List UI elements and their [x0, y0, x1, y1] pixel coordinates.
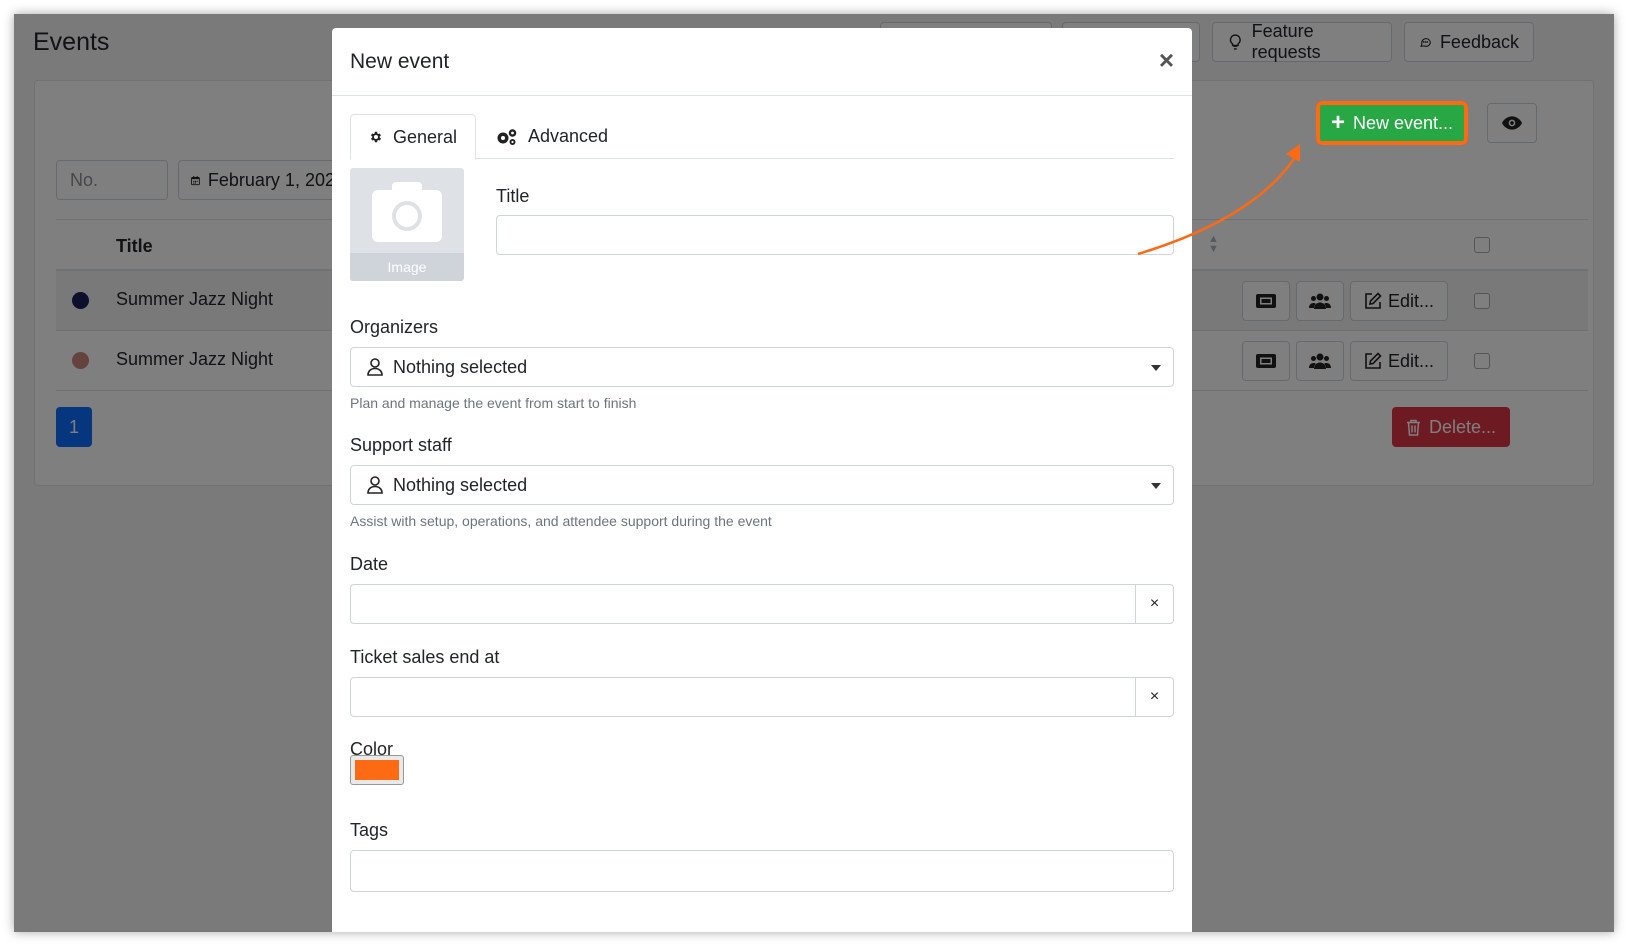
date-input[interactable]: ×: [350, 584, 1174, 624]
gears-icon: [497, 128, 517, 145]
tags-label: Tags: [350, 820, 389, 840]
support-staff-help: Assist with setup, operations, and atten…: [350, 513, 772, 529]
clear-date-button[interactable]: ×: [1135, 585, 1173, 623]
support-staff-select[interactable]: Nothing selected: [350, 465, 1174, 505]
tab-general-label: General: [392, 126, 457, 147]
tab-advanced[interactable]: Advanced: [478, 114, 626, 159]
modal-tabs: General Advanced: [350, 114, 1174, 160]
event-image-upload[interactable]: Image: [350, 168, 464, 281]
new-event-modal: New event × General Advanced Image Title…: [332, 28, 1192, 932]
tab-advanced-label: Advanced: [528, 126, 609, 146]
modal-title: New event: [350, 50, 450, 73]
modal-header: New event ×: [332, 28, 1192, 96]
organizers-value: Nothing selected: [393, 356, 528, 377]
new-event-button-highlight[interactable]: + New event...: [1318, 103, 1466, 143]
support-staff-value: Nothing selected: [393, 474, 528, 495]
title-label: Title: [496, 186, 530, 206]
organizers-help: Plan and manage the event from start to …: [350, 395, 637, 411]
new-event-label: New event...: [1352, 112, 1454, 133]
ticket-sales-end-input[interactable]: ×: [350, 677, 1174, 717]
organizers-select[interactable]: Nothing selected: [350, 347, 1174, 387]
chevron-down-icon: [1151, 483, 1161, 489]
user-icon: [367, 358, 383, 376]
title-input[interactable]: [496, 215, 1174, 255]
screenshot-frame: Events Feature requests Feedback + New e…: [14, 14, 1614, 932]
gear-icon: [370, 131, 381, 143]
camera-icon: [372, 182, 442, 242]
tab-general[interactable]: General: [350, 114, 476, 160]
chevron-down-icon: [1151, 365, 1161, 371]
plus-icon: +: [1330, 109, 1345, 136]
tags-input[interactable]: [350, 850, 1174, 892]
color-picker[interactable]: [350, 755, 404, 785]
user-icon: [367, 476, 383, 494]
color-swatch: [355, 760, 399, 780]
organizers-label: Organizers: [350, 317, 439, 337]
clear-ticket-sales-end-button[interactable]: ×: [1135, 678, 1173, 716]
close-icon[interactable]: ×: [1159, 47, 1174, 73]
date-label: Date: [350, 554, 389, 574]
ticket-sales-end-label: Ticket sales end at: [350, 647, 500, 667]
support-staff-label: Support staff: [350, 435, 452, 455]
image-label: Image: [350, 253, 464, 281]
